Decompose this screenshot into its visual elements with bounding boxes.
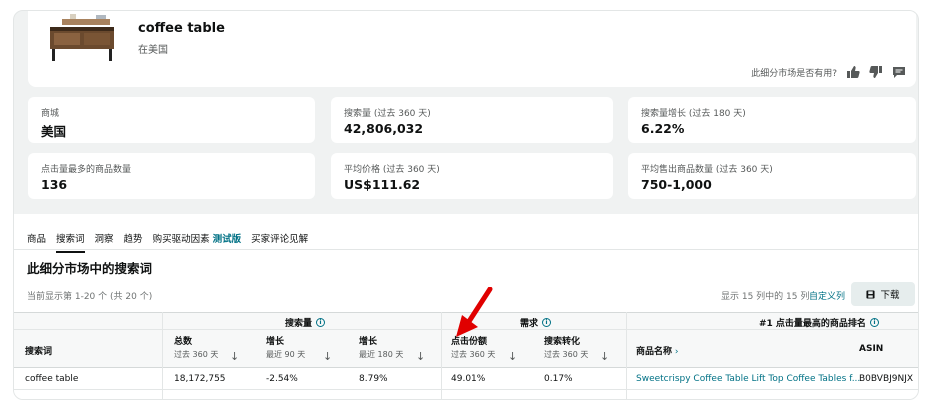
cell-asin: B0BVBJ9NJX <box>859 374 914 384</box>
col-growth-180[interactable]: 增长最近 180 天 <box>359 334 403 360</box>
group-label: 需求 <box>520 319 539 329</box>
stat-card-avg-units-sold: 平均售出商品数量 (过去 360 天) 750-1,000 <box>628 153 916 199</box>
stat-value: 6.22% <box>641 121 685 136</box>
product-title: coffee table <box>138 21 225 36</box>
cell-click-share: 49.01% <box>451 374 486 384</box>
column-divider <box>162 312 163 399</box>
beta-badge: 测试版 <box>212 234 242 245</box>
tab-divider <box>14 249 918 250</box>
info-icon[interactable]: i <box>316 318 326 327</box>
feedback-question: 此细分市场是否有用? <box>751 68 837 79</box>
download-button[interactable]: 下载 <box>851 282 915 306</box>
col-title: 总数 <box>174 337 193 347</box>
cell-growth-90: -2.54% <box>266 374 298 384</box>
col-title: 搜索词 <box>25 347 53 357</box>
col-title: ASIN <box>859 344 884 354</box>
save-icon <box>866 289 876 299</box>
stat-label: 商城 <box>41 109 60 119</box>
stat-label: 点击量最多的商品数量 <box>41 165 132 175</box>
stat-value: 42,806,032 <box>344 121 424 136</box>
sort-arrow-icon[interactable]: ↓ <box>323 350 332 363</box>
stat-card-marketplace: 商城 美国 <box>28 97 315 143</box>
table-row: coffee table 18,172,755 -2.54% 8.79% 49.… <box>14 368 918 390</box>
col-title: 增长 <box>359 337 378 347</box>
info-icon[interactable]: i <box>542 318 552 327</box>
col-search-conversion[interactable]: 搜索转化过去 360 天 <box>544 334 588 360</box>
stat-card-search-growth: 搜索量增长 (过去 180 天) 6.22% <box>628 97 916 143</box>
col-asin: ASIN <box>859 344 883 354</box>
info-icon[interactable]: i <box>869 318 879 327</box>
column-divider <box>441 312 442 399</box>
group-search-volume: 搜索量 i <box>285 316 326 329</box>
thumbs-down-icon[interactable] <box>869 65 883 79</box>
col-subtitle: 最近 180 天 <box>359 350 404 359</box>
stat-label: 搜索量 (过去 360 天) <box>344 109 431 119</box>
annotation-arrow-icon <box>456 287 493 337</box>
col-subtitle: 过去 360 天 <box>174 350 219 359</box>
tab-purchase-drivers-label: 购买驱动因素 <box>152 234 210 245</box>
stat-card-avg-price: 平均价格 (过去 360 天) US$111.62 <box>331 153 613 199</box>
stat-card-top-clicked-count: 点击量最多的商品数量 136 <box>28 153 315 199</box>
stat-label: 平均价格 (过去 360 天) <box>344 165 440 175</box>
col-title: 增长 <box>266 337 285 347</box>
col-subtitle: 过去 360 天 <box>544 350 589 359</box>
cell-conversion: 0.17% <box>544 374 573 384</box>
thumbs-up-icon[interactable] <box>846 65 860 79</box>
product-header-card: coffee table 在美国 此细分市场是否有用? <box>28 11 916 87</box>
comment-icon[interactable] <box>892 65 906 79</box>
group-demand: 需求 i <box>520 316 552 329</box>
results-count: 当前显示第 1-20 个 (共 20 个) <box>27 292 153 302</box>
stat-value: 美国 <box>41 124 67 139</box>
group-top-clicked: #1 点击量最高的商品排名 i <box>759 316 879 329</box>
col-title: 商品名称 <box>636 347 673 357</box>
col-product-name[interactable]: 商品名称 › <box>636 344 679 357</box>
col-title: 搜索转化 <box>544 337 581 347</box>
sort-arrow-icon[interactable]: ↓ <box>230 350 239 363</box>
col-total[interactable]: 总数过去 360 天 <box>174 334 218 360</box>
section-title: 此细分市场中的搜索词 <box>27 261 153 276</box>
stat-label: 平均售出商品数量 (过去 360 天) <box>641 165 773 175</box>
group-label: 搜索量 <box>285 319 313 329</box>
stat-card-search-volume: 搜索量 (过去 360 天) 42,806,032 <box>331 97 613 143</box>
columns-info: 显示 15 列中的 15 列 <box>721 292 810 302</box>
sort-arrow-icon[interactable]: ↓ <box>416 350 425 363</box>
stat-value: US$111.62 <box>344 177 421 192</box>
coffee-table-image <box>50 14 114 61</box>
chevron-right-icon[interactable]: › <box>675 347 679 357</box>
cell-total: 18,172,755 <box>174 374 226 384</box>
col-subtitle: 过去 360 天 <box>451 350 496 359</box>
download-label: 下载 <box>880 290 900 301</box>
col-growth-90[interactable]: 增长最近 90 天 <box>266 334 305 360</box>
stat-label: 搜索量增长 (过去 180 天) <box>641 109 746 119</box>
col-search-term[interactable]: 搜索词 <box>25 344 52 357</box>
group-label: #1 点击量最高的商品排名 <box>759 319 866 329</box>
sort-arrow-icon[interactable]: ↓ <box>508 350 517 363</box>
cell-search-term[interactable]: coffee table <box>25 374 78 384</box>
product-marketplace: 在美国 <box>138 45 168 56</box>
col-subtitle: 最近 90 天 <box>266 350 306 359</box>
cell-product-name-link[interactable]: Sweetcrispy Coffee Table Lift Top Coffee… <box>636 374 860 384</box>
sort-arrow-icon[interactable]: ↓ <box>600 350 609 363</box>
feedback-bar: 此细分市场是否有用? <box>751 65 906 79</box>
cell-growth-180: 8.79% <box>359 374 388 384</box>
customize-columns-link[interactable]: 自定义列 <box>809 289 845 302</box>
stat-value: 136 <box>41 177 68 192</box>
column-divider <box>626 312 627 399</box>
stat-value: 750-1,000 <box>641 177 712 192</box>
